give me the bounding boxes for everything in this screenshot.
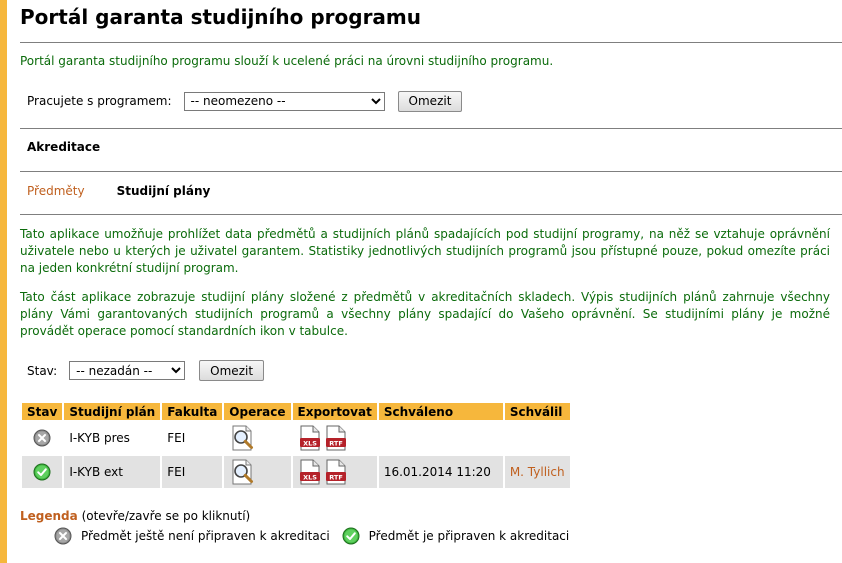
rtf-label: RTF	[329, 440, 343, 448]
green-check-icon	[342, 527, 360, 545]
xls-label: XLS	[303, 474, 317, 482]
legend-title[interactable]: Legenda	[20, 509, 78, 523]
legend-items: Předmět ještě není připraven k akreditac…	[54, 527, 581, 545]
status-filter: Stav: -- nezadán -- Omezit	[27, 360, 265, 381]
tab-bar: Předměty Studijní plány	[27, 184, 210, 198]
magnifier-icon[interactable]	[229, 424, 257, 452]
header-studijni-plan[interactable]: Studijní plán	[64, 403, 161, 420]
grey-cross-icon	[33, 429, 51, 447]
status-cell	[22, 456, 63, 488]
intro-text: Portál garanta studijního programu slouž…	[20, 54, 554, 68]
operations-cell	[224, 422, 291, 454]
divider-3	[20, 214, 842, 215]
legend-item-text: Předmět je připraven k akreditaci	[368, 529, 570, 543]
xls-export-icon[interactable]: XLS	[298, 459, 322, 485]
green-check-icon	[33, 463, 51, 481]
legend-item-text: Předmět ještě není připraven k akreditac…	[81, 529, 330, 543]
title-divider	[20, 42, 842, 43]
faculty-cell: FEI	[162, 456, 223, 488]
export-cell: XLS RTF	[292, 456, 377, 488]
status-filter-label: Stav:	[27, 363, 58, 378]
header-stav[interactable]: Stav	[22, 403, 63, 420]
table-row: I-KYB pres FEI XLS RTF	[22, 422, 570, 454]
rtf-export-icon[interactable]: RTF	[324, 425, 348, 451]
description-paragraph-2: Tato část aplikace zobrazuje studijní pl…	[20, 290, 830, 338]
magnifier-icon[interactable]	[229, 458, 257, 486]
rtf-export-icon[interactable]: RTF	[324, 459, 348, 485]
rtf-label: RTF	[329, 474, 343, 482]
description-paragraph-1: Tato aplikace umožňuje prohlížet data př…	[20, 227, 830, 275]
legend-header[interactable]: Legenda (otevře/zavře se po kliknutí)	[20, 509, 250, 523]
faculty-cell: FEI	[162, 422, 223, 454]
approver-link[interactable]: M. Tyllich	[510, 465, 565, 479]
divider-2	[20, 171, 842, 172]
export-cell: XLS RTF	[292, 422, 377, 454]
plan-cell: I-KYB ext	[64, 456, 161, 488]
header-exportovat: Exportovat	[292, 403, 377, 420]
legend-item: Předmět ještě není připraven k akreditac…	[54, 527, 330, 545]
divider-1	[20, 128, 842, 129]
header-schvalil[interactable]: Schválil	[504, 403, 570, 420]
legend-hint: (otevře/zavře se po kliknutí)	[81, 509, 251, 523]
approved-cell	[378, 422, 503, 454]
status-cell	[22, 422, 63, 454]
header-fakulta[interactable]: Fakulta	[162, 403, 223, 420]
tab-studijni-plany[interactable]: Studijní plány	[117, 184, 211, 198]
program-label: Pracujete s programem:	[27, 94, 172, 108]
xls-label: XLS	[303, 440, 317, 448]
status-limit-button[interactable]: Omezit	[199, 360, 265, 381]
header-operace: Operace	[224, 403, 291, 420]
table-header-row: Stav Studijní plán Fakulta Operace Expor…	[22, 403, 570, 420]
study-plans-table: Stav Studijní plán Fakulta Operace Expor…	[20, 401, 572, 490]
status-select[interactable]: -- nezadán --	[69, 361, 186, 380]
program-filter: Pracujete s programem: -- neomezeno -- O…	[27, 90, 463, 112]
approver-cell: M. Tyllich	[504, 456, 570, 488]
program-limit-button[interactable]: Omezit	[397, 90, 463, 112]
header-schvaleno[interactable]: Schváleno	[378, 403, 503, 420]
page-title: Portál garanta studijního programu	[20, 5, 422, 29]
approved-cell: 16.01.2014 11:20	[378, 456, 503, 488]
approver-cell	[504, 422, 570, 454]
section-title: Akreditace	[27, 140, 101, 154]
legend-item: Předmět je připraven k akreditaci	[342, 527, 570, 545]
tab-predmety[interactable]: Předměty	[27, 184, 85, 198]
program-select[interactable]: -- neomezeno --	[183, 91, 385, 111]
left-accent-bar	[0, 0, 7, 563]
xls-export-icon[interactable]: XLS	[298, 425, 322, 451]
grey-cross-icon	[54, 527, 72, 545]
plan-cell: I-KYB pres	[64, 422, 161, 454]
operations-cell	[224, 456, 291, 488]
table-row: I-KYB ext FEI XLS RTF 16.01.2014 11:20 M…	[22, 456, 570, 488]
